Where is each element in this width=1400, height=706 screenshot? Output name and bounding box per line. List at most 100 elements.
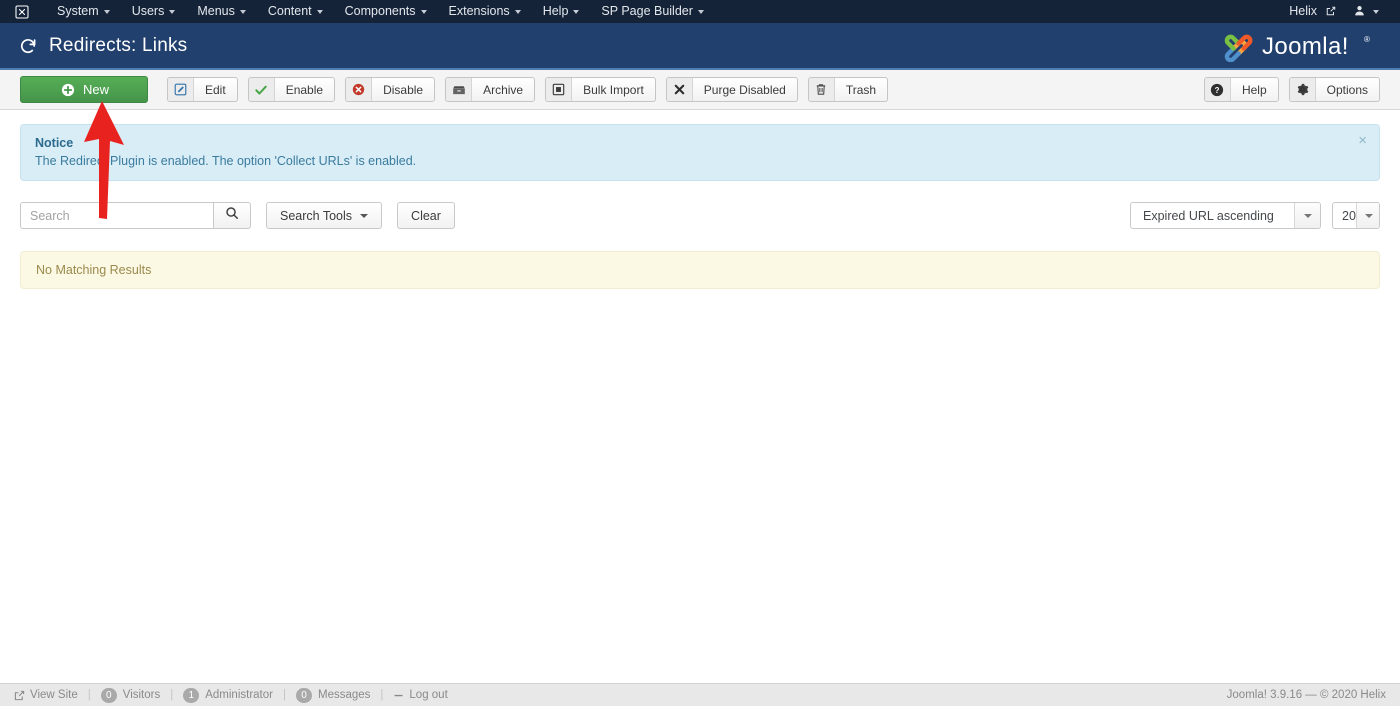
filter-bar: Search Tools Clear Expired URL ascending… bbox=[20, 202, 1380, 229]
page-limit-select[interactable]: 20 bbox=[1332, 202, 1380, 229]
page-title: Redirects: Links bbox=[18, 35, 187, 57]
trash-icon bbox=[808, 78, 835, 101]
notice-title: Notice bbox=[35, 136, 74, 150]
version-text: Joomla! 3.9.16 — © 2020 Helix bbox=[1226, 689, 1386, 701]
nav-item-menus[interactable]: Menus bbox=[186, 0, 257, 23]
pencil-square-icon bbox=[168, 78, 194, 101]
messages-label: Messages bbox=[317, 689, 371, 701]
sort-select-value: Expired URL ascending bbox=[1143, 208, 1274, 223]
nav-item-sp-page-builder[interactable]: SP Page Builder bbox=[590, 0, 715, 23]
divider: | bbox=[87, 689, 91, 701]
svg-text:®: ® bbox=[1364, 35, 1370, 44]
nav-label: Components bbox=[344, 4, 416, 18]
nav-item-content[interactable]: Content bbox=[257, 0, 334, 23]
user-icon bbox=[1354, 1, 1365, 16]
nav-item-users[interactable]: Users bbox=[121, 0, 187, 23]
administrator-label: Administrator bbox=[205, 689, 273, 701]
svg-text:Joomla!: Joomla! bbox=[1262, 33, 1349, 60]
chevron-down-icon bbox=[360, 213, 369, 218]
options-button[interactable]: Options bbox=[1288, 77, 1380, 102]
nav-item-extensions[interactable]: Extensions bbox=[438, 0, 532, 23]
bulk-import-button[interactable]: Bulk Import bbox=[545, 77, 656, 102]
sort-select[interactable]: Expired URL ascending bbox=[1130, 202, 1321, 229]
import-square-icon bbox=[546, 78, 573, 101]
visitors-label: Visitors bbox=[122, 689, 161, 701]
messages-status[interactable]: 0 Messages bbox=[295, 687, 371, 703]
help-button-label: Help bbox=[1241, 82, 1267, 97]
view-site-link[interactable]: View Site bbox=[14, 689, 78, 701]
toolbar-right-group: ? Help Options bbox=[1194, 77, 1380, 102]
joomla-logo: Joomla! ® bbox=[1222, 29, 1382, 62]
archive-button[interactable]: Archive bbox=[445, 77, 536, 102]
nav-item-components[interactable]: Components bbox=[334, 0, 438, 23]
archive-box-icon bbox=[446, 78, 473, 101]
chevron-down-icon bbox=[1294, 203, 1320, 228]
clear-button[interactable]: Clear bbox=[397, 202, 455, 229]
disable-button[interactable]: Disable bbox=[345, 77, 436, 102]
divider: | bbox=[380, 689, 384, 701]
nav-label: Menus bbox=[197, 4, 235, 18]
page-title-text: Redirects: Links bbox=[49, 34, 188, 56]
trash-button[interactable]: Trash bbox=[807, 77, 889, 102]
chevron-down-icon bbox=[1355, 203, 1379, 228]
external-link-icon bbox=[1326, 1, 1336, 16]
chevron-down-icon bbox=[514, 9, 521, 14]
x-mark-icon bbox=[666, 78, 693, 101]
help-button[interactable]: ? Help bbox=[1203, 77, 1279, 102]
chevron-down-icon bbox=[573, 9, 580, 14]
search-input[interactable] bbox=[20, 202, 213, 229]
clear-button-label: Clear bbox=[411, 208, 441, 223]
check-icon bbox=[248, 78, 275, 101]
search-submit-button[interactable] bbox=[213, 202, 251, 229]
messages-badge: 0 bbox=[295, 687, 312, 703]
user-menu-button[interactable] bbox=[1345, 0, 1388, 23]
nav-label: Content bbox=[267, 4, 312, 18]
svg-text:?: ? bbox=[1215, 85, 1220, 94]
times-circle-icon bbox=[346, 78, 373, 101]
page-limit-value: 20 bbox=[1342, 208, 1356, 223]
nav-item-help[interactable]: Help bbox=[532, 0, 591, 23]
site-link-helix[interactable]: Helix bbox=[1280, 0, 1344, 23]
nav-label: SP Page Builder bbox=[601, 4, 693, 18]
nav-item-system[interactable]: System bbox=[46, 0, 121, 23]
new-button[interactable]: New bbox=[20, 76, 148, 103]
gear-icon bbox=[1289, 78, 1316, 101]
edit-button-label: Edit bbox=[205, 82, 226, 97]
purge-disabled-button[interactable]: Purge Disabled bbox=[665, 77, 798, 102]
edit-button[interactable]: Edit bbox=[167, 77, 238, 102]
disable-button-label: Disable bbox=[383, 82, 424, 97]
bulk-import-button-label: Bulk Import bbox=[583, 82, 644, 97]
chevron-down-icon bbox=[316, 9, 323, 14]
top-navigation-bar: System Users Menus Content Components Ex… bbox=[0, 0, 1400, 23]
search-tools-button[interactable]: Search Tools bbox=[266, 202, 383, 229]
logout-label: Log out bbox=[409, 689, 448, 701]
filter-right-group: Expired URL ascending 20 bbox=[1130, 202, 1380, 229]
search-group bbox=[20, 202, 251, 229]
nav-label: System bbox=[57, 4, 99, 18]
minus-icon bbox=[393, 690, 404, 701]
administrator-status[interactable]: 1 Administrator bbox=[183, 687, 273, 703]
chevron-down-icon bbox=[239, 9, 246, 14]
archive-button-label: Archive bbox=[483, 82, 524, 97]
joomla-mark-icon[interactable] bbox=[14, 4, 30, 20]
visitors-badge: 0 bbox=[100, 687, 117, 703]
notice-alert: Notice The Redirect Plugin is enabled. T… bbox=[20, 124, 1380, 181]
visitors-status[interactable]: 0 Visitors bbox=[100, 687, 161, 703]
question-circle-icon: ? bbox=[1204, 78, 1231, 101]
enable-button[interactable]: Enable bbox=[247, 77, 336, 102]
redirect-arrow-icon bbox=[18, 36, 38, 56]
nav-label: Users bbox=[131, 4, 165, 18]
logout-link[interactable]: Log out bbox=[393, 689, 448, 701]
no-results-message: No Matching Results bbox=[20, 251, 1380, 289]
options-button-label: Options bbox=[1326, 82, 1368, 97]
chevron-down-icon bbox=[103, 9, 110, 14]
purge-disabled-button-label: Purge Disabled bbox=[703, 82, 786, 97]
close-icon[interactable]: × bbox=[1358, 133, 1367, 148]
page-header: Redirects: Links Joomla! ® bbox=[0, 23, 1400, 70]
divider: | bbox=[170, 689, 174, 701]
administrator-badge: 1 bbox=[183, 687, 200, 703]
search-tools-label: Search Tools bbox=[280, 208, 353, 223]
chevron-down-icon bbox=[1373, 9, 1379, 14]
main-content: Notice The Redirect Plugin is enabled. T… bbox=[0, 110, 1400, 289]
nav-label: Extensions bbox=[448, 4, 510, 18]
